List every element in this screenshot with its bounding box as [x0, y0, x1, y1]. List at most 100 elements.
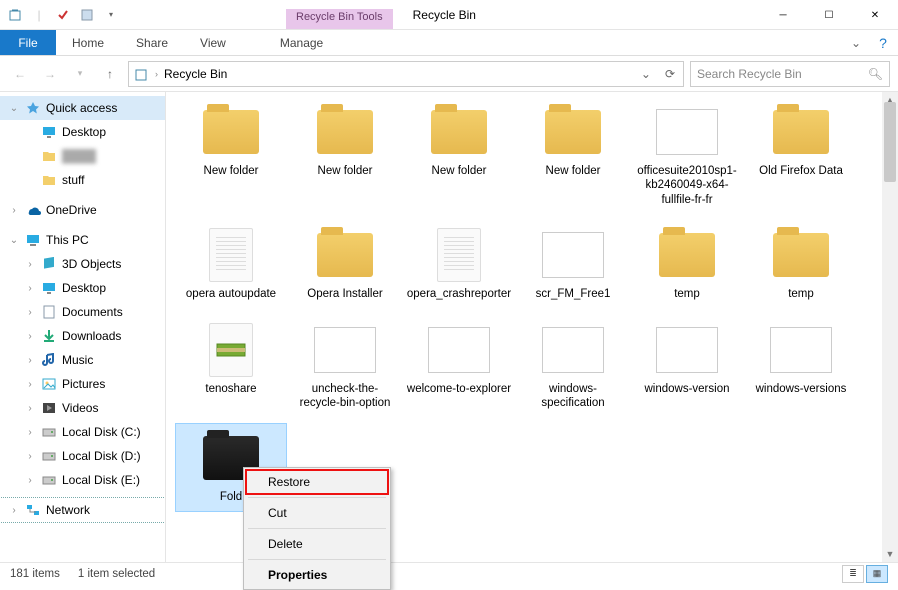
file-item[interactable]: New folder [518, 98, 628, 213]
desktop-icon [40, 125, 58, 139]
properties-icon[interactable] [54, 6, 72, 24]
folder-icon [424, 104, 494, 160]
navigation-pane[interactable]: ⌄ Quick access Desktop ████ stuff [0, 92, 166, 562]
context-delete[interactable]: Delete [246, 532, 388, 556]
address-bar[interactable]: › Recycle Bin ⌄ ⟳ [128, 61, 684, 87]
file-item[interactable]: welcome-to-explorer [404, 316, 514, 417]
chevron-right-icon[interactable]: › [24, 379, 36, 390]
refresh-icon[interactable]: ⟳ [661, 67, 679, 81]
file-tab[interactable]: File [0, 30, 56, 55]
sidebar-item-3d-objects[interactable]: ›3D Objects [0, 252, 165, 276]
file-item[interactable]: temp [746, 221, 856, 307]
sidebar-item-local-disk-c-[interactable]: ›Local Disk (C:) [0, 420, 165, 444]
sidebar-item-documents[interactable]: › Documents [0, 300, 165, 324]
scroll-thumb[interactable] [884, 102, 896, 182]
chevron-right-icon[interactable]: › [24, 331, 36, 342]
sidebar-item-downloads[interactable]: ›Downloads [0, 324, 165, 348]
file-item-label: Opera Installer [307, 287, 382, 301]
sidebar-item-videos[interactable]: ›Videos [0, 396, 165, 420]
sidebar-item-stuff[interactable]: stuff [0, 168, 165, 192]
chevron-right-icon[interactable]: › [24, 475, 36, 486]
status-bar: 181 items 1 item selected ≣ ▦ [0, 562, 898, 584]
recycle-bin-icon[interactable] [6, 6, 24, 24]
sidebar-item-desktop[interactable]: ›Desktop [0, 276, 165, 300]
sidebar-item-local-disk-d-[interactable]: › Local Disk (D:) [0, 444, 165, 468]
nav-recent-dropdown[interactable]: ▾ [68, 62, 92, 86]
context-cut[interactable]: Cut [246, 501, 388, 525]
file-item[interactable]: windows-version [632, 316, 742, 417]
minimize-button[interactable]: ─ [760, 0, 806, 30]
view-switcher: ≣ ▦ [842, 565, 888, 583]
chevron-right-icon[interactable]: › [24, 355, 36, 366]
sidebar-item-label: Network [46, 503, 90, 517]
file-item[interactable]: temp [632, 221, 742, 307]
file-item[interactable]: New folder [176, 98, 286, 213]
file-item[interactable]: uncheck-the-recycle-bin-option [290, 316, 400, 417]
file-item[interactable]: opera autoupdate [176, 221, 286, 307]
chevron-down-icon[interactable]: ⌄ [8, 235, 20, 246]
sidebar-network[interactable]: › Network [0, 498, 165, 522]
chevron-right-icon[interactable]: › [24, 259, 36, 270]
file-item[interactable]: windows-versions [746, 316, 856, 417]
file-item[interactable]: New folder [404, 98, 514, 213]
close-button[interactable]: ✕ [852, 0, 898, 30]
sidebar-quick-access[interactable]: ⌄ Quick access [0, 96, 165, 120]
breadcrumb-separator[interactable]: › [155, 69, 158, 79]
file-item[interactable]: windows-specification [518, 316, 628, 417]
address-location[interactable]: Recycle Bin [164, 67, 227, 81]
sidebar-item-label: Desktop [62, 125, 106, 139]
ribbon-collapse-icon[interactable]: ⌄ [844, 30, 868, 55]
file-item[interactable]: opera_crashreporter [404, 221, 514, 307]
address-row: ← → ▾ ↑ › Recycle Bin ⌄ ⟳ Search Recycle… [0, 56, 898, 92]
sidebar-item-label: Local Disk (D:) [62, 449, 141, 463]
chevron-right-icon[interactable]: › [24, 403, 36, 414]
qat-dropdown-icon[interactable]: ▾ [102, 6, 120, 24]
ribbon-tab-share[interactable]: Share [120, 30, 184, 55]
chevron-down-icon[interactable]: ⌄ [8, 103, 20, 114]
context-properties[interactable]: Properties [246, 563, 388, 587]
sidebar-item-label: Documents [62, 305, 123, 319]
file-item[interactable]: officesuite2010sp1-kb2460049-x64-fullfil… [632, 98, 742, 213]
file-item[interactable]: Old Firefox Data [746, 98, 856, 213]
sidebar-item-music[interactable]: ›Music [0, 348, 165, 372]
scroll-down-icon[interactable]: ▼ [882, 546, 898, 562]
desktop-icon [40, 281, 58, 295]
sidebar-item-pictures[interactable]: › Pictures [0, 372, 165, 396]
search-input[interactable]: Search Recycle Bin 🔍︎ [690, 61, 890, 87]
nav-forward-button[interactable]: → [38, 62, 62, 86]
help-icon[interactable]: ? [868, 30, 898, 55]
ribbon-tab-manage[interactable]: Manage [264, 30, 339, 55]
sidebar-onedrive[interactable]: › OneDrive [0, 198, 165, 222]
large-icons-view-button[interactable]: ▦ [866, 565, 888, 583]
address-dropdown-icon[interactable]: ⌄ [637, 67, 655, 81]
ribbon-tab-home[interactable]: Home [56, 30, 120, 55]
chevron-right-icon[interactable]: › [24, 307, 36, 318]
chevron-right-icon[interactable]: › [24, 451, 36, 462]
chevron-right-icon[interactable]: › [8, 505, 20, 516]
maximize-button[interactable]: ☐ [806, 0, 852, 30]
chevron-right-icon[interactable]: › [24, 427, 36, 438]
nav-back-button[interactable]: ← [8, 62, 32, 86]
folder-icon [40, 150, 58, 162]
file-item-label: New folder [546, 164, 601, 178]
file-item[interactable]: tenoshare [176, 316, 286, 417]
vertical-scrollbar[interactable]: ▲ ▼ [882, 92, 898, 562]
context-restore[interactable]: Restore [246, 470, 388, 494]
qat-new-icon[interactable] [78, 6, 96, 24]
nav-up-button[interactable]: ↑ [98, 62, 122, 86]
ribbon-tab-view[interactable]: View [184, 30, 242, 55]
sidebar-item-label: Pictures [62, 377, 105, 391]
sidebar-item-local-disk-e-[interactable]: › Local Disk (E:) [0, 468, 165, 492]
chevron-right-icon[interactable]: › [8, 205, 20, 216]
file-item[interactable]: Opera Installer [290, 221, 400, 307]
sidebar-item-label: Local Disk (E:) [62, 473, 140, 487]
context-separator [248, 497, 386, 498]
chevron-right-icon[interactable]: › [24, 283, 36, 294]
sidebar-this-pc[interactable]: ⌄ This PC [0, 228, 165, 252]
file-item[interactable]: scr_FM_Free1 [518, 221, 628, 307]
file-item-label: windows-version [644, 382, 729, 396]
sidebar-item-blurred[interactable]: ████ [0, 144, 165, 168]
sidebar-item-desktop[interactable]: Desktop [0, 120, 165, 144]
file-item[interactable]: New folder [290, 98, 400, 213]
details-view-button[interactable]: ≣ [842, 565, 864, 583]
